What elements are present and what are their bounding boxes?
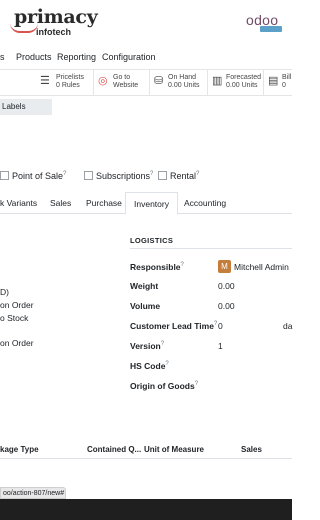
- column-header-contained-qty[interactable]: Contained Q...: [87, 445, 141, 454]
- form-tabs: k Variants Sales Purchase Inventory Acco…: [0, 192, 292, 215]
- customer-lead-time-label: Customer Lead Time?: [130, 321, 218, 331]
- go-to-website-button[interactable]: ◎ Go to Website: [94, 70, 150, 96]
- logo-swoosh: [10, 23, 38, 33]
- stat-label: Forecasted: [226, 74, 262, 81]
- section-divider: [130, 248, 292, 249]
- list-icon: ☰: [40, 75, 50, 87]
- tab-accounting[interactable]: Accounting: [184, 192, 226, 214]
- avatar: M: [218, 260, 231, 273]
- weight-field[interactable]: 0.00: [218, 281, 235, 291]
- bill-icon: ▤: [268, 75, 279, 87]
- stat-value: 0: [282, 82, 286, 89]
- rental-checkbox[interactable]: [158, 171, 167, 180]
- rental-label: Rental?: [170, 171, 200, 181]
- responsible-label: Responsible?: [130, 262, 184, 272]
- hs-code-label: HS Code?: [130, 361, 169, 371]
- column-header-unit-of-measure[interactable]: Unit of Measure: [144, 445, 204, 454]
- version-field[interactable]: 1: [218, 341, 223, 351]
- stat-label: On Hand: [168, 74, 197, 81]
- company-logo-subtitle: infotech: [36, 27, 71, 37]
- responsible-field[interactable]: Mitchell Admin: [234, 262, 289, 272]
- route-fragment: on Order: [0, 338, 34, 348]
- version-label: Version?: [130, 341, 165, 351]
- top-menu: s Products Reporting Configuration: [0, 44, 292, 70]
- route-fragment: on Order: [0, 300, 34, 310]
- stat-label: Bill: [282, 74, 292, 81]
- lead-time-unit: da: [283, 321, 293, 331]
- stat-value: 0.00 Units: [168, 82, 200, 89]
- bill-button[interactable]: ▤ Bill 0: [264, 70, 292, 96]
- smart-buttons: ☰ Pricelists 0 Rules ◎ Go to Website ⛁ O…: [0, 70, 292, 96]
- volume-label: Volume: [130, 301, 161, 311]
- route-fragment: D): [0, 287, 9, 297]
- product-options: Point of Sale? Subscriptions? Rental?: [0, 170, 292, 184]
- stat-value: 0.00 Units: [226, 82, 258, 89]
- subscriptions-checkbox[interactable]: [84, 171, 93, 180]
- status-bar-url: oo/action-807/new#: [0, 487, 66, 499]
- os-taskbar: [0, 499, 292, 520]
- cubes-icon: ⛁: [154, 75, 164, 87]
- on-hand-button[interactable]: ⛁ On Hand 0.00 Units: [150, 70, 208, 96]
- logistics-heading: LOGISTICS: [130, 236, 174, 245]
- stat-value: Website: [113, 82, 139, 89]
- print-labels-button[interactable]: Labels: [0, 99, 52, 115]
- subscriptions-label: Subscriptions?: [96, 171, 154, 181]
- menu-item-configuration[interactable]: Configuration: [102, 52, 156, 62]
- tab-variants[interactable]: k Variants: [0, 192, 37, 214]
- stat-label: Pricelists: [56, 74, 85, 81]
- odoo-badge: [260, 26, 282, 32]
- point-of-sale-label: Point of Sale?: [12, 171, 67, 181]
- pricelists-button[interactable]: ☰ Pricelists 0 Rules: [36, 70, 94, 96]
- menu-item-reporting[interactable]: Reporting: [57, 52, 96, 62]
- weight-label: Weight: [130, 281, 159, 291]
- volume-field[interactable]: 0.00: [218, 301, 235, 311]
- forecasted-button[interactable]: ▥ Forecasted 0.00 Units: [208, 70, 264, 96]
- menu-item-partial[interactable]: s: [0, 52, 5, 62]
- tab-purchase[interactable]: Purchase: [86, 192, 122, 214]
- tab-inventory[interactable]: Inventory: [125, 192, 178, 215]
- column-header-package-type[interactable]: kage Type: [0, 445, 39, 454]
- menu-item-products[interactable]: Products: [16, 52, 52, 62]
- origin-of-goods-label: Origin of Goods?: [130, 381, 199, 391]
- column-header-sales[interactable]: Sales: [241, 445, 262, 454]
- brand-header: primacy infotech odoo: [0, 0, 292, 44]
- forecast-icon: ▥: [212, 75, 223, 87]
- tab-sales[interactable]: Sales: [50, 192, 71, 214]
- globe-icon: ◎: [98, 75, 108, 87]
- customer-lead-time-field[interactable]: 0: [218, 321, 223, 331]
- route-fragment: o Stock: [0, 313, 29, 323]
- stat-value: 0 Rules: [56, 82, 80, 89]
- point-of-sale-checkbox[interactable]: [0, 171, 9, 180]
- stat-label: Go to: [113, 74, 131, 81]
- packaging-table-header: kage Type Contained Q... Unit of Measure…: [0, 439, 292, 459]
